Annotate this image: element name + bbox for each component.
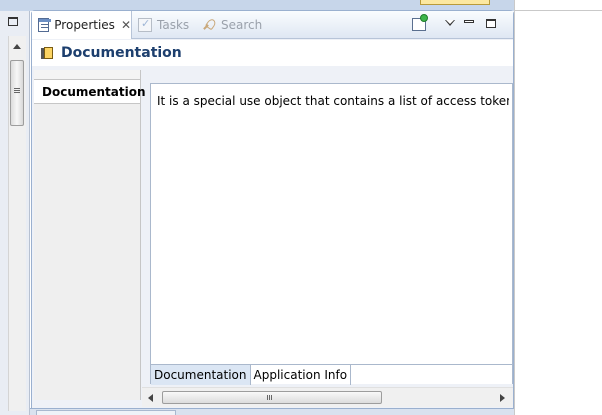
grip-icon	[267, 395, 268, 400]
tab-search[interactable]: Search	[202, 11, 272, 39]
tab-tasks[interactable]: Tasks	[138, 11, 198, 39]
section-header: Documentation	[32, 40, 513, 66]
property-tabs: Documentation	[34, 70, 146, 400]
properties-body: Documentation It is a special use object…	[32, 66, 513, 410]
tab-search-label: Search	[221, 18, 263, 32]
pin-icon[interactable]	[412, 14, 428, 31]
view-menu-icon[interactable]	[445, 20, 455, 26]
divider	[515, 10, 602, 11]
tab-application-info[interactable]: Application Info	[251, 365, 352, 385]
close-icon[interactable]: ✕	[121, 18, 131, 32]
tab-tasks-label: Tasks	[157, 18, 190, 32]
bottom-view-strip	[30, 408, 514, 415]
bottom-view-tab[interactable]	[36, 410, 176, 415]
minimize-icon[interactable]	[464, 20, 474, 23]
properties-icon	[38, 18, 52, 32]
scroll-right-arrow-icon[interactable]	[500, 394, 505, 402]
restore-icon[interactable]	[8, 17, 18, 26]
tab-properties[interactable]: Properties ✕	[32, 11, 132, 39]
view-tab-bar: Properties ✕ Tasks Search	[32, 11, 513, 39]
right-editor-pane	[514, 0, 602, 415]
maximize-icon[interactable]	[486, 19, 496, 28]
page-title: Documentation	[61, 45, 182, 61]
editor-tab-stub[interactable]	[420, 0, 490, 5]
content-tab-bar: Documentation Application Info	[151, 364, 512, 385]
scroll-thumb[interactable]	[10, 60, 24, 126]
left-strip-header	[0, 0, 30, 11]
properties-view: Properties ✕ Tasks Search Documentation …	[31, 10, 514, 410]
tab-properties-label: Properties	[54, 18, 115, 32]
tab-list-spacer	[34, 70, 140, 80]
property-tab-documentation[interactable]: Documentation	[34, 80, 146, 104]
search-icon	[202, 18, 216, 32]
documentation-icon	[41, 46, 55, 60]
scroll-thumb[interactable]	[162, 391, 382, 404]
horizontal-scrollbar[interactable]	[142, 387, 513, 407]
scroll-left-arrow-icon[interactable]	[148, 394, 153, 402]
tab-documentation[interactable]: Documentation	[151, 365, 251, 385]
tasks-icon	[138, 17, 152, 32]
documentation-text[interactable]: It is a special use object that contains…	[157, 94, 509, 108]
scroll-up-arrow-icon[interactable]	[13, 44, 21, 49]
left-view-strip	[0, 0, 30, 415]
documentation-panel: It is a special use object that contains…	[150, 83, 513, 385]
left-vertical-scrollbar[interactable]	[8, 36, 26, 411]
grip-icon	[14, 88, 20, 89]
